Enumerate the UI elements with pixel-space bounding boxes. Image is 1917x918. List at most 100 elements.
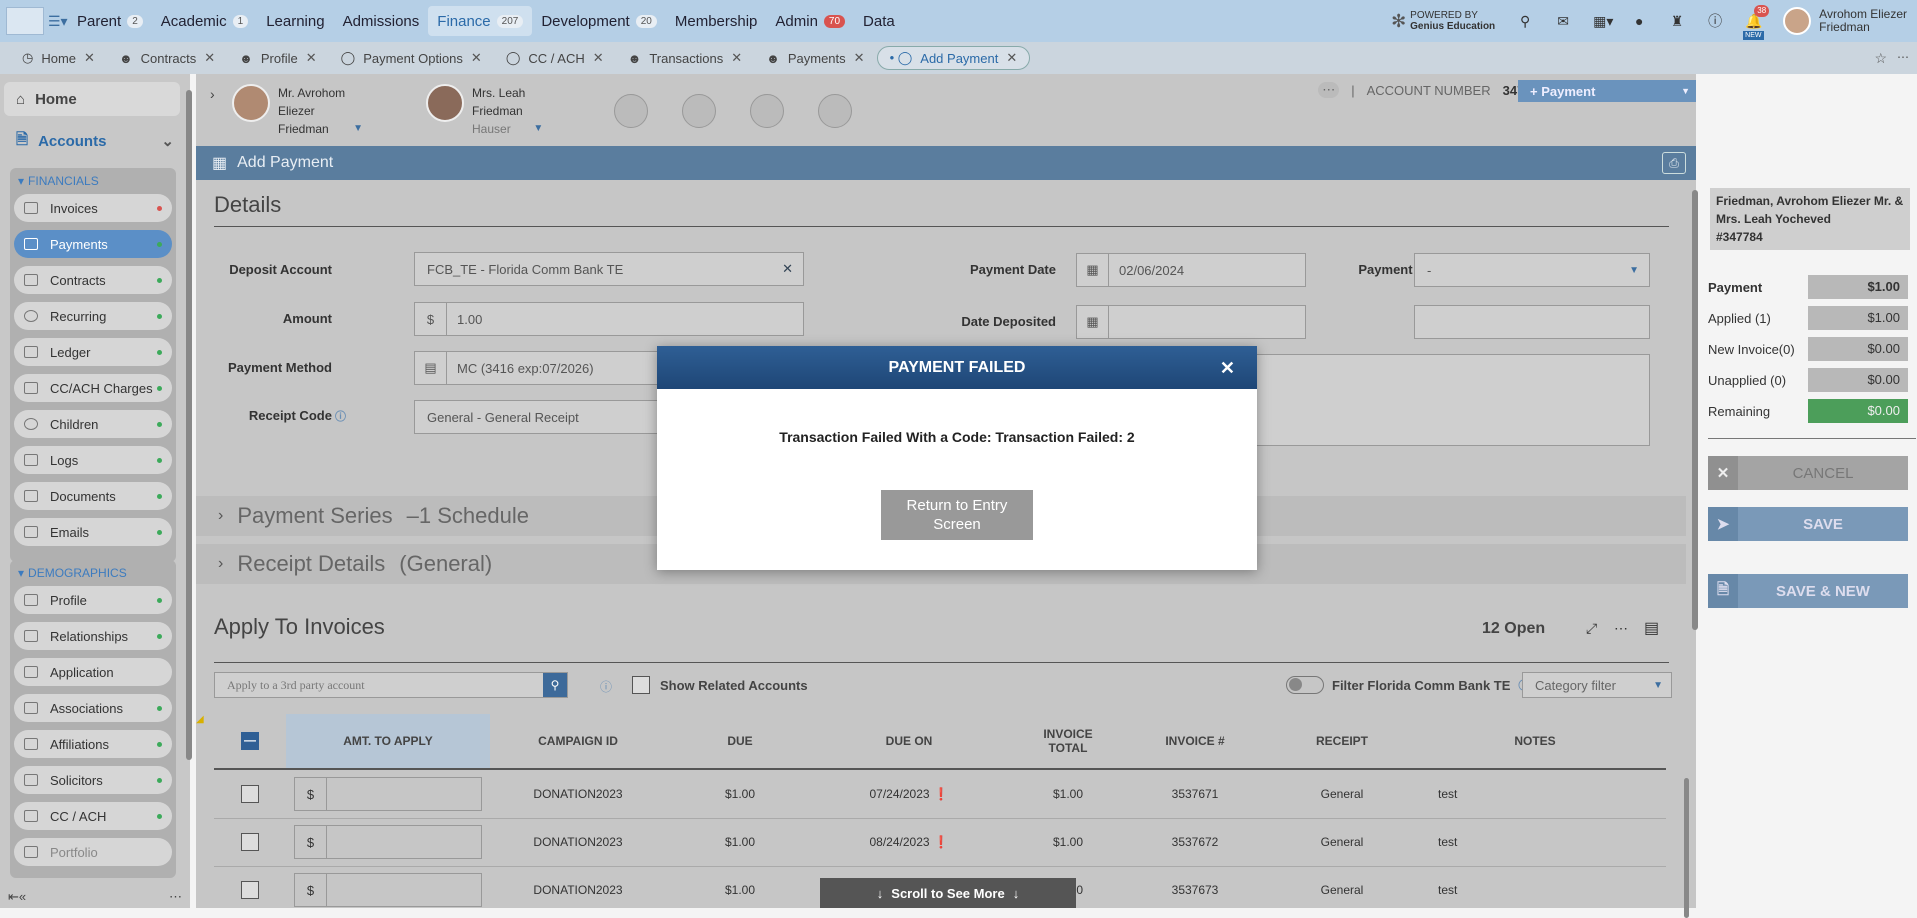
tab-contracts[interactable]: ☻ Contracts ✕ xyxy=(107,46,227,70)
third-party-account-input[interactable]: Apply to a 3rd party account ⚲ xyxy=(214,672,568,698)
menu-icon[interactable]: ☰▾ xyxy=(48,13,68,30)
help-icon[interactable]: ⓘ xyxy=(1707,13,1723,29)
school-icon[interactable]: ♜ xyxy=(1669,13,1685,29)
message-icon[interactable] xyxy=(682,94,716,128)
tab-payments[interactable]: ☻ Payments ✕ xyxy=(754,46,876,70)
receipt-code-field[interactable]: General - General Receipt xyxy=(414,400,664,434)
row-checkbox-cell[interactable] xyxy=(214,818,286,866)
clear-icon[interactable]: ✕ xyxy=(782,261,793,277)
sidebar-item-application[interactable]: Application xyxy=(14,658,172,686)
sidebar-item-contracts[interactable]: Contracts xyxy=(14,266,172,294)
id-card-icon[interactable] xyxy=(614,94,648,128)
more-icon[interactable]: ⋯ xyxy=(1614,620,1628,637)
tab-add-payment[interactable]: • ◯ Add Payment ✕ xyxy=(876,46,1031,70)
close-icon[interactable]: ✕ xyxy=(471,50,482,66)
sidebar-item-solicitors[interactable]: Solicitors xyxy=(14,766,172,794)
calendar-icon[interactable]: ▦ xyxy=(1077,306,1109,338)
sidebar-home[interactable]: ⌂ Home xyxy=(4,82,180,116)
select-all-checkbox[interactable]: — xyxy=(241,732,259,750)
sidebar-scrollbar[interactable] xyxy=(186,90,192,760)
scroll-to-see-more-button[interactable]: ↓ Scroll to See More ↓ xyxy=(820,878,1076,908)
sidebar-item-recurring[interactable]: Recurring xyxy=(14,302,172,330)
user-menu[interactable]: Avrohom Eliezer Friedman xyxy=(1783,7,1907,35)
sidebar-item-cc-ach-charges[interactable]: CC/ACH Charges xyxy=(14,374,172,402)
payment-status-select[interactable]: - ▼ xyxy=(1414,253,1650,287)
return-to-entry-button[interactable]: Return to Entry Screen xyxy=(881,490,1033,540)
payment-date-field[interactable]: ▦ 02/06/2024 xyxy=(1076,253,1306,287)
sidebar-item-portfolio[interactable]: Portfolio xyxy=(14,838,172,866)
caret-down-icon[interactable]: ▼ xyxy=(353,120,363,138)
nav-parent[interactable]: Parent 2 xyxy=(68,6,152,36)
calendar-dropdown-icon[interactable]: ▦▾ xyxy=(1593,13,1613,29)
tab-home[interactable]: ◷ Home ✕ xyxy=(10,46,107,70)
row-checkbox[interactable] xyxy=(241,785,259,803)
document-alert-icon[interactable] xyxy=(750,94,784,128)
column-header[interactable]: INVOICE TOTAL xyxy=(1004,714,1132,768)
demographics-header[interactable]: ▾ DEMOGRAPHICS xyxy=(10,560,176,586)
column-header[interactable]: AMT. TO APPLY xyxy=(286,714,490,768)
tab-cc-ach[interactable]: ◯ CC / ACH ✕ xyxy=(494,46,616,70)
sidebar-item-cc-ach[interactable]: CC / ACH xyxy=(14,802,172,830)
category-filter-select[interactable]: Category filter ▼ xyxy=(1522,672,1672,698)
main-scrollbar[interactable] xyxy=(1692,190,1698,630)
sidebar-item-children[interactable]: Children xyxy=(14,410,172,438)
toggle-switch[interactable] xyxy=(1286,676,1324,694)
sidebar-item-ledger[interactable]: Ledger xyxy=(14,338,172,366)
nav-academic[interactable]: Academic 1 xyxy=(152,6,257,36)
save-button[interactable]: ➤ SAVE xyxy=(1708,507,1908,541)
deposit-number-field[interactable] xyxy=(1414,305,1650,339)
mail-icon[interactable]: ✉ xyxy=(1555,13,1571,29)
column-header[interactable]: RECEIPT xyxy=(1258,714,1426,768)
notes-textarea[interactable] xyxy=(1236,354,1650,446)
nav-development[interactable]: Development 20 xyxy=(532,6,666,36)
chat-icon[interactable]: ● xyxy=(1631,13,1647,29)
close-icon[interactable]: ✕ xyxy=(1220,358,1235,379)
column-header[interactable]: INVOICE # xyxy=(1132,714,1258,768)
select-all-header[interactable]: — xyxy=(214,714,286,768)
card-view-icon[interactable]: ▤ xyxy=(1644,618,1659,638)
tab-payment-options[interactable]: ◯ Payment Options ✕ xyxy=(329,46,494,70)
tab-transactions[interactable]: ☻ Transactions ✕ xyxy=(616,46,755,70)
row-checkbox-cell[interactable] xyxy=(214,866,286,914)
close-icon[interactable]: ✕ xyxy=(84,50,95,66)
tab-profile[interactable]: ☻ Profile ✕ xyxy=(227,46,328,70)
help-icon[interactable]: ⓘ xyxy=(600,678,612,695)
sidebar-accounts[interactable]: 🗎 Accounts ⌄ xyxy=(4,126,180,156)
sidebar-item-affiliations[interactable]: Affiliations xyxy=(14,730,172,758)
close-icon[interactable]: ✕ xyxy=(1006,50,1017,66)
amount-field[interactable]: $1.00 xyxy=(414,302,804,336)
nav-finance[interactable]: Finance 207 xyxy=(428,6,533,36)
contact-card-1[interactable]: Mr. Avrohom Eliezer Friedman ▼ xyxy=(232,84,363,138)
more-options-icon[interactable]: ⋯ xyxy=(169,889,182,905)
caret-down-icon[interactable]: ▼ xyxy=(1681,86,1690,96)
more-icon[interactable]: ⋯ xyxy=(1897,50,1909,64)
nav-learning[interactable]: Learning xyxy=(257,6,333,36)
contact-card-2[interactable]: Mrs. Leah Friedman Hauser ▼ xyxy=(426,84,543,138)
caret-down-icon[interactable]: ▼ xyxy=(533,120,543,138)
sidebar-item-associations[interactable]: Associations xyxy=(14,694,172,722)
nav-membership[interactable]: Membership xyxy=(666,6,767,36)
sidebar-item-profile[interactable]: Profile xyxy=(14,586,172,614)
nav-admin[interactable]: Admin 70 xyxy=(766,6,854,36)
help-icon[interactable]: ⓘ xyxy=(332,411,346,423)
row-checkbox[interactable] xyxy=(241,881,259,899)
collapse-sidebar-icon[interactable]: ⇤« xyxy=(8,889,26,905)
close-icon[interactable]: ✕ xyxy=(204,50,215,66)
nav-data[interactable]: Data xyxy=(854,6,904,36)
filter-bank-toggle[interactable]: Filter Florida Comm Bank TEⓘ xyxy=(1286,676,1529,694)
sidebar-item-documents[interactable]: Documents xyxy=(14,482,172,510)
more-icon[interactable]: ⋯ xyxy=(1318,82,1340,98)
sidebar-item-logs[interactable]: Logs xyxy=(14,446,172,474)
expand-icon[interactable]: ⤢ xyxy=(1586,620,1597,637)
nav-admissions[interactable]: Admissions xyxy=(334,6,429,36)
app-logo[interactable]: ☰▾ xyxy=(0,0,68,42)
print-icon[interactable]: ⎙ xyxy=(1662,152,1686,174)
play-icon[interactable] xyxy=(818,94,852,128)
star-icon[interactable]: ☆ xyxy=(1874,50,1887,67)
payment-method-field[interactable]: ▤ MC (3416 exp:07/2026) xyxy=(414,351,664,385)
column-header[interactable]: DUE xyxy=(666,714,814,768)
close-icon[interactable]: ✕ xyxy=(731,50,742,66)
close-icon[interactable]: ✕ xyxy=(854,50,865,66)
row-checkbox-cell[interactable] xyxy=(214,770,286,818)
column-header[interactable]: DUE ON xyxy=(814,714,1004,768)
